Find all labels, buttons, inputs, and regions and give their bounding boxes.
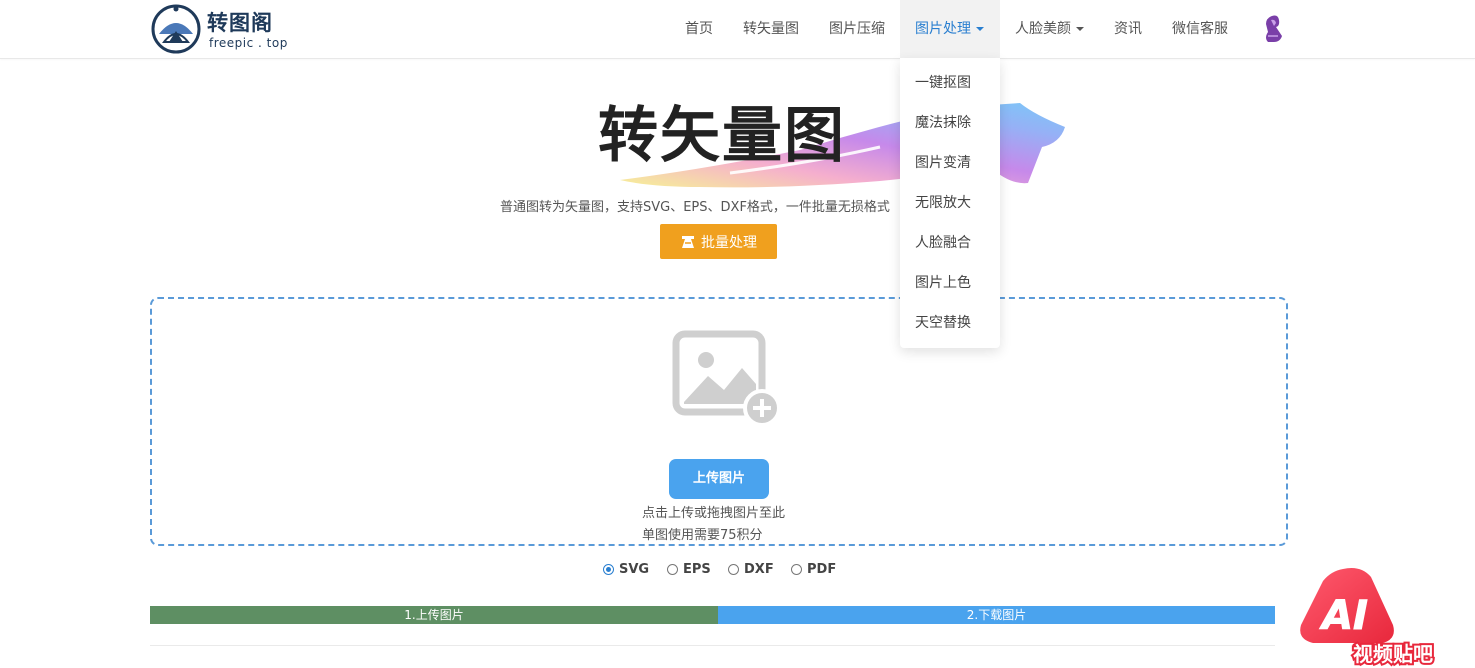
format-option-dxf[interactable]: DXF: [728, 561, 774, 577]
nav-image-processing-label: 图片处理: [915, 21, 971, 37]
menu-item-upscale[interactable]: 无限放大: [900, 183, 1000, 223]
nav-compress-label: 图片压缩: [829, 21, 885, 37]
nav-home[interactable]: 首页: [685, 0, 713, 58]
image-processing-dropdown: 一键抠图 魔法抹除 图片变清 无限放大 人脸融合 图片上色 天空替换: [900, 58, 1000, 348]
nav-wechat-service-label: 微信客服: [1172, 21, 1228, 37]
format-label: DXF: [744, 561, 774, 577]
format-label: SVG: [619, 561, 650, 577]
batch-icon: [682, 235, 694, 248]
nav-news-label: 资讯: [1114, 21, 1142, 37]
nav-home-label: 首页: [685, 21, 713, 37]
menu-item-colorize[interactable]: 图片上色: [900, 263, 1000, 303]
upload-hint: 点击上传或拖拽图片至此: [642, 506, 786, 521]
menu-item-cutout[interactable]: 一键抠图: [900, 63, 1000, 103]
nav-vectorize-label: 转矢量图: [743, 21, 799, 37]
menu-item-face-merge[interactable]: 人脸融合: [900, 223, 1000, 263]
format-option-eps[interactable]: EPS: [667, 561, 711, 577]
step-download: 2.下载图片: [718, 606, 1275, 624]
nav-image-processing[interactable]: 图片处理: [900, 0, 1000, 58]
format-option-pdf[interactable]: PDF: [791, 561, 836, 577]
watermark-letters: AI: [1319, 593, 1368, 639]
navbar: 转图阁 freepic . top 首页 转矢量图 图片压缩 图片处理 人脸美颜…: [0, 0, 1475, 59]
watermark-text: 视频贴吧: [1353, 642, 1433, 666]
format-label: PDF: [807, 561, 837, 577]
format-label: EPS: [683, 561, 711, 577]
upload-cost-hint: 单图使用需要75积分: [642, 528, 763, 543]
menu-item-magic-erase[interactable]: 魔法抹除: [900, 103, 1000, 143]
batch-process-button[interactable]: 批量处理: [660, 224, 777, 259]
radio-selected-icon[interactable]: [603, 563, 614, 575]
brand-domain: freepic . top: [209, 36, 288, 50]
brand-logo[interactable]: 转图阁 freepic . top: [151, 4, 291, 54]
radio-icon[interactable]: [728, 563, 739, 575]
format-option-svg[interactable]: SVG: [603, 561, 649, 577]
nav-face-beauty-label: 人脸美颜: [1015, 21, 1071, 37]
caret-down-icon: [1076, 27, 1084, 31]
nav-vectorize[interactable]: 转矢量图: [743, 0, 799, 58]
divider: [150, 645, 1275, 646]
brand-name: 转图阁: [207, 11, 273, 35]
caret-down-icon: [976, 27, 984, 31]
page-title: 转矢量图: [598, 101, 846, 171]
nav-wechat-service[interactable]: 微信客服: [1172, 0, 1228, 58]
image-add-icon: [672, 330, 781, 426]
nav-news[interactable]: 资讯: [1114, 0, 1142, 58]
page-subtitle: 普通图转为矢量图，支持SVG、EPS、DXF格式，一件批量无损格式: [500, 200, 890, 215]
menu-item-sky-replace[interactable]: 天空替换: [900, 303, 1000, 343]
batch-process-label: 批量处理: [701, 234, 757, 251]
radio-icon[interactable]: [791, 563, 802, 575]
user-avatar[interactable]: [1260, 14, 1286, 44]
menu-item-enhance[interactable]: 图片变清: [900, 143, 1000, 183]
logo-icon: [151, 4, 201, 54]
step-upload: 1.上传图片: [150, 606, 718, 624]
upload-image-button[interactable]: 上传图片: [669, 459, 769, 499]
watermark-logo: AI 视频贴吧: [1300, 568, 1435, 668]
nav-compress[interactable]: 图片压缩: [829, 0, 885, 58]
radio-icon[interactable]: [667, 563, 678, 575]
nav-face-beauty[interactable]: 人脸美颜: [1015, 0, 1084, 58]
